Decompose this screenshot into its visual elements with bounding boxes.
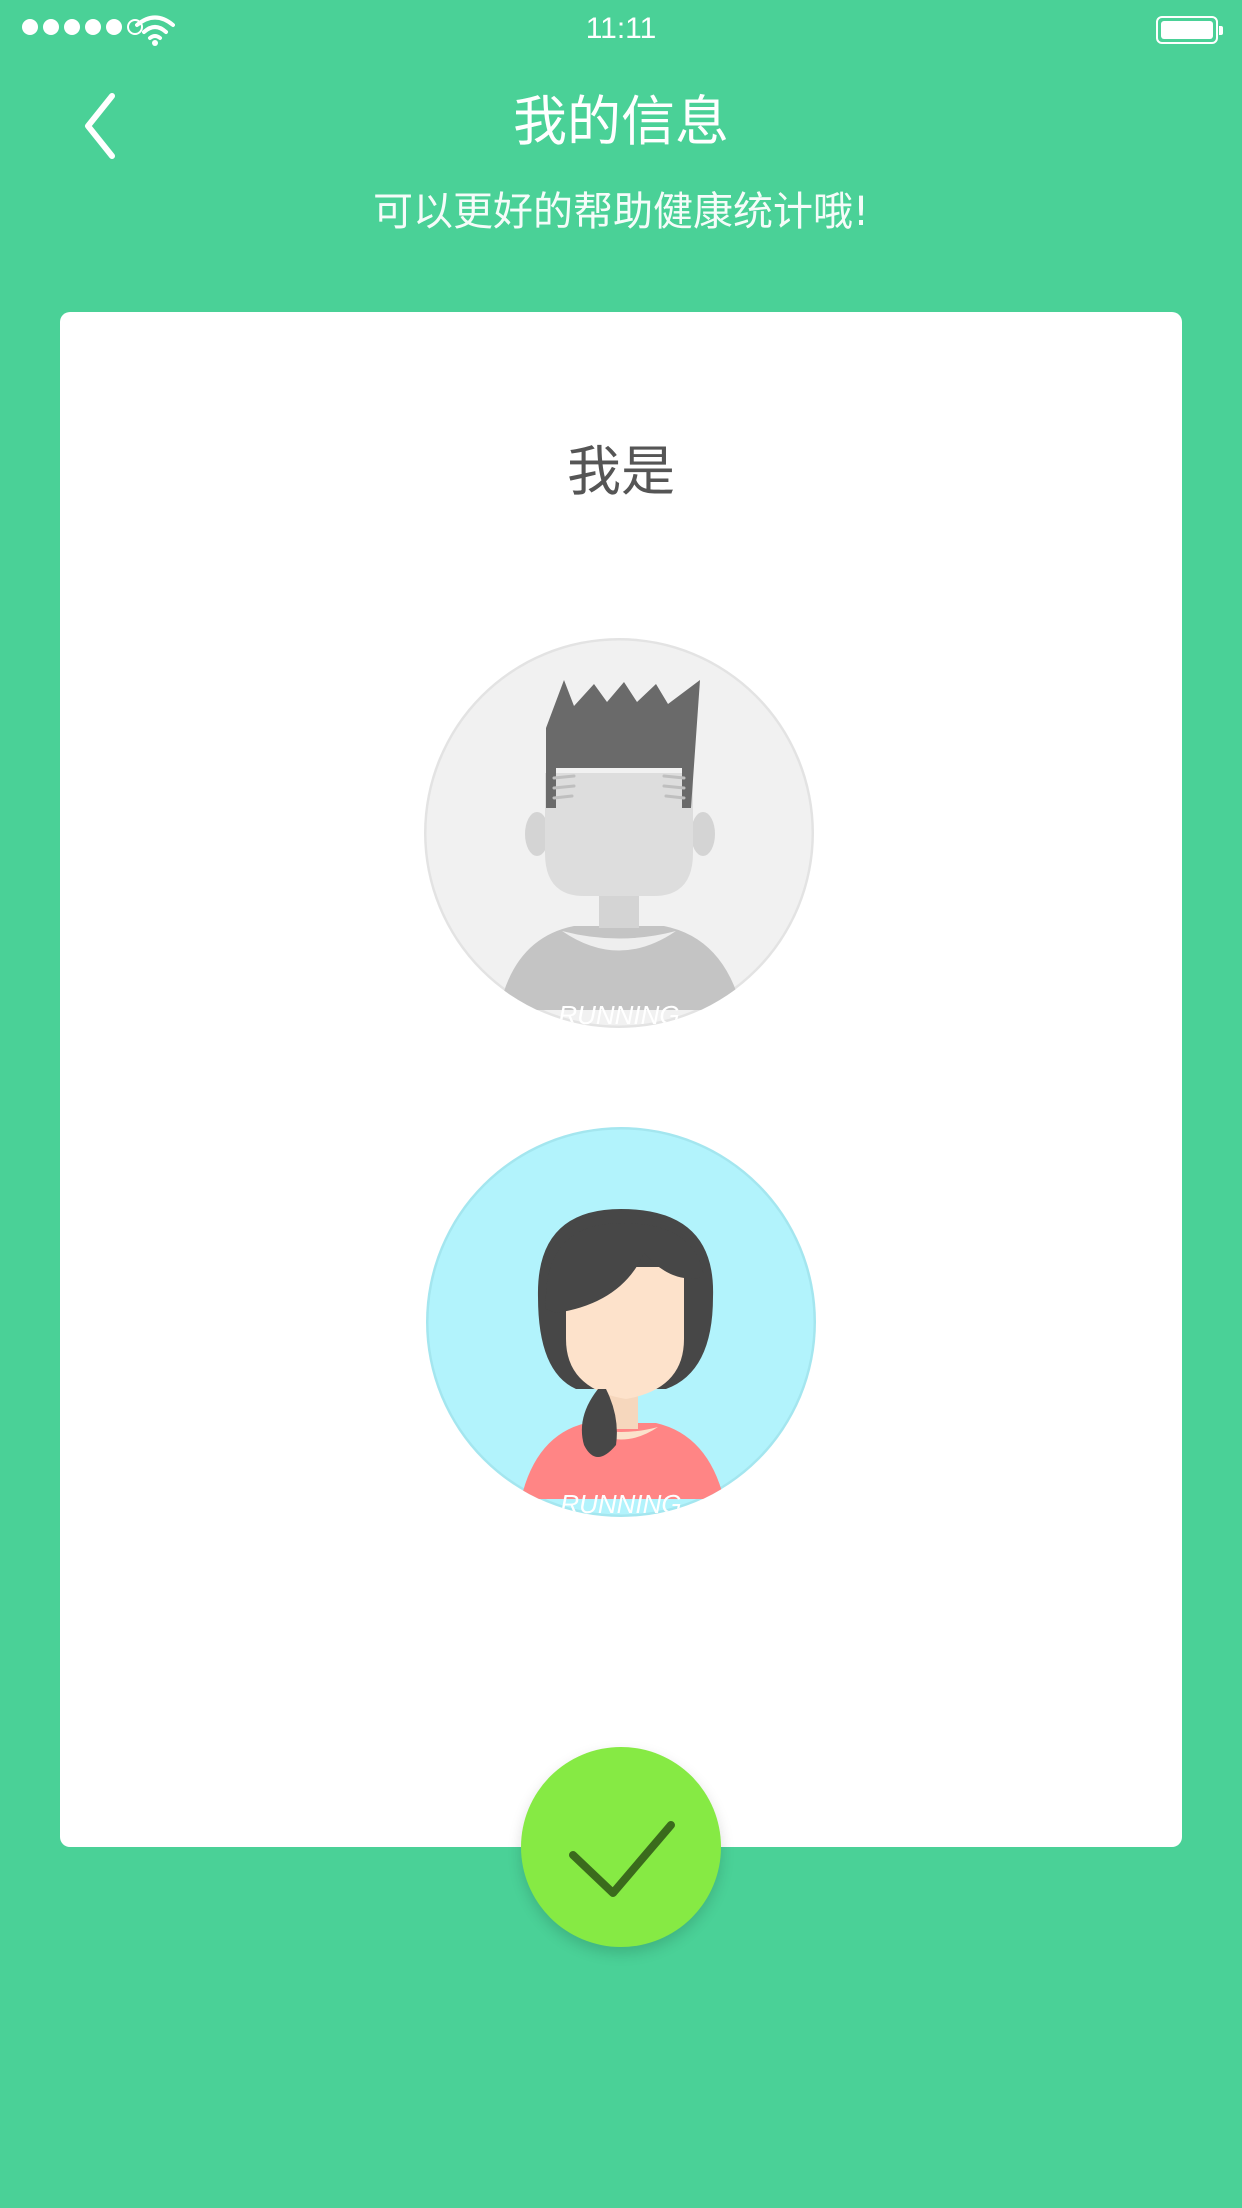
male-shirt-text: RUNNING xyxy=(558,1000,679,1028)
checkmark-icon xyxy=(569,1821,675,1897)
page-title: 我的信息 xyxy=(513,90,729,153)
male-avatar-option[interactable]: RUNNING xyxy=(424,638,814,1028)
battery-icon xyxy=(1156,16,1223,44)
female-shirt-text: RUNNING xyxy=(560,1489,681,1517)
gender-card: 我是 RUNNING RUNNING xyxy=(60,312,1182,1847)
female-avatar-option[interactable]: RUNNING xyxy=(426,1127,816,1517)
male-avatar-illustration: RUNNING xyxy=(424,638,814,1028)
confirm-button[interactable] xyxy=(521,1747,721,1947)
page-subtitle: 可以更好的帮助健康统计哦! xyxy=(372,189,870,235)
status-time: 11:11 xyxy=(585,12,657,45)
gender-question: 我是 xyxy=(567,440,675,503)
status-bar: 11:11 xyxy=(0,0,1242,60)
female-avatar-illustration: RUNNING xyxy=(426,1127,816,1517)
